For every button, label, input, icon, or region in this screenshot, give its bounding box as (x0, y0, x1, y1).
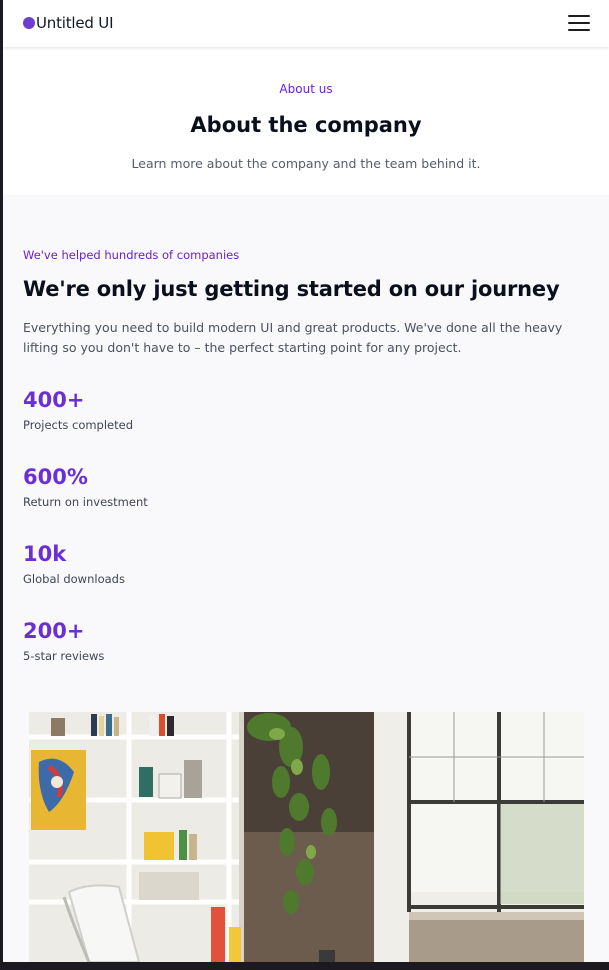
stat-label: Global downloads (23, 572, 125, 586)
page-subtitle: Learn more about the company and the tea… (131, 156, 481, 171)
logo-text: Untitled UI (36, 14, 114, 32)
section-eyebrow: We've helped hundreds of companies (23, 248, 240, 262)
stat-label: Return on investment (23, 495, 148, 509)
hamburger-menu-icon[interactable] (568, 15, 590, 33)
stat-reviews: 200+ 5-star reviews (23, 619, 104, 663)
page-header: About us About the company Learn more ab… (3, 47, 609, 195)
logo[interactable]: Untitled UI (23, 14, 114, 32)
stat-label: 5-star reviews (23, 649, 105, 663)
stat-downloads: 10k Global downloads (23, 542, 125, 586)
stat-value: 400+ (23, 388, 85, 412)
section-description: Everything you need to build modern UI a… (23, 320, 563, 355)
stat-value: 600% (23, 465, 88, 489)
page-title: About the company (190, 113, 422, 137)
page: Untitled UI About us About the company L… (3, 0, 609, 962)
stat-label: Projects completed (23, 418, 134, 432)
logo-icon (23, 17, 35, 29)
stat-projects: 400+ Projects completed (23, 388, 133, 432)
stat-roi: 600% Return on investment (23, 465, 148, 509)
stat-value: 200+ (23, 619, 85, 643)
stat-value: 10k (23, 542, 67, 566)
top-navbar: Untitled UI (3, 0, 609, 47)
section-title: We're only just getting started on our j… (23, 277, 560, 301)
header-eyebrow: About us (279, 82, 333, 96)
office-interior-photo (29, 712, 584, 962)
